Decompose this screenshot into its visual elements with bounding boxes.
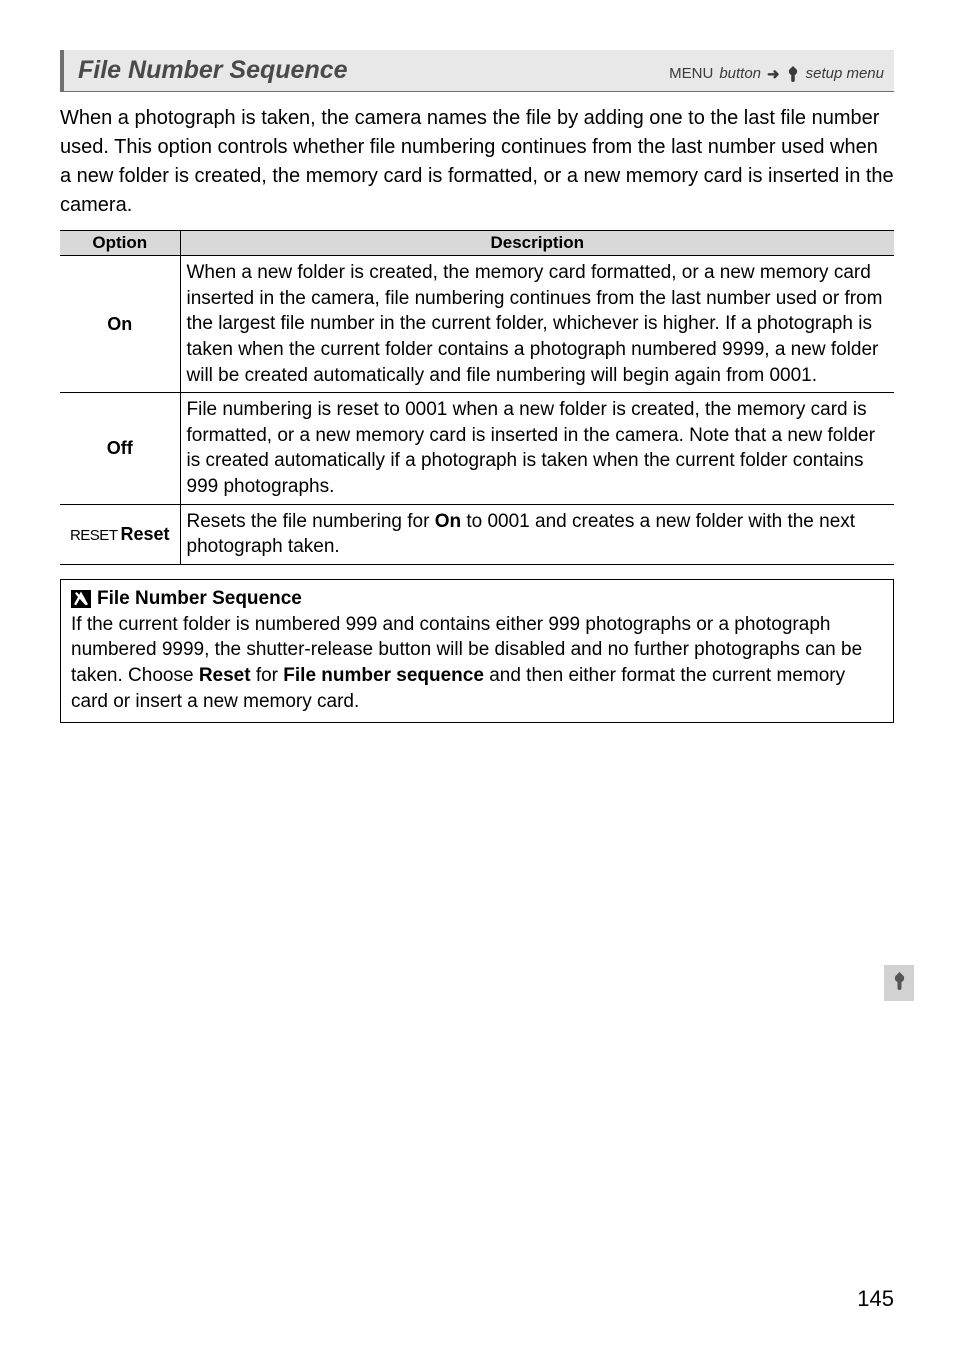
note-title: File Number Sequence [97, 586, 302, 612]
col-header-option: Option [60, 231, 180, 256]
section-title: File Number Sequence [78, 56, 348, 85]
note-bold-1: Reset [199, 665, 251, 686]
setup-menu-label: setup menu [806, 65, 884, 82]
wrench-icon [786, 66, 800, 82]
reset-prefix-label: RESET [70, 527, 118, 544]
note-bold-2: File number sequence [283, 665, 484, 686]
table-row: On When a new folder is created, the mem… [60, 256, 894, 393]
breadcrumb: MENU button ➜ setup menu [669, 65, 884, 83]
note-body: If the current folder is numbered 999 an… [71, 612, 883, 715]
table-row: Off File numbering is reset to 0001 when… [60, 393, 894, 505]
section-heading: File Number Sequence MENU button ➜ setup… [60, 50, 894, 92]
page-number: 145 [857, 1286, 894, 1312]
wrench-icon [892, 972, 907, 995]
caution-icon [71, 590, 91, 608]
reset-desc-pre: Resets the file numbering for [187, 511, 435, 532]
note-text-2: for [251, 665, 284, 686]
table-header-row: Option Description [60, 231, 894, 256]
table-row: RESETReset Resets the file numbering for… [60, 504, 894, 564]
option-name-reset: RESETReset [60, 504, 180, 564]
option-name-off: Off [60, 393, 180, 505]
options-table: Option Description On When a new folder … [60, 230, 894, 565]
side-tab [884, 965, 914, 1001]
menu-label: MENU [669, 65, 713, 82]
arrow-icon: ➜ [767, 65, 780, 83]
reset-desc-bold: On [435, 511, 461, 532]
note-box: File Number Sequence If the current fold… [60, 579, 894, 723]
note-title-line: File Number Sequence [71, 586, 883, 612]
option-name-on: On [60, 256, 180, 393]
reset-label: Reset [120, 524, 169, 544]
col-header-description: Description [180, 231, 894, 256]
option-desc-reset: Resets the file numbering for On to 0001… [180, 504, 894, 564]
intro-paragraph: When a photograph is taken, the camera n… [60, 104, 894, 220]
option-desc-on: When a new folder is created, the memory… [180, 256, 894, 393]
option-desc-off: File numbering is reset to 0001 when a n… [180, 393, 894, 505]
button-label: button [719, 65, 761, 82]
